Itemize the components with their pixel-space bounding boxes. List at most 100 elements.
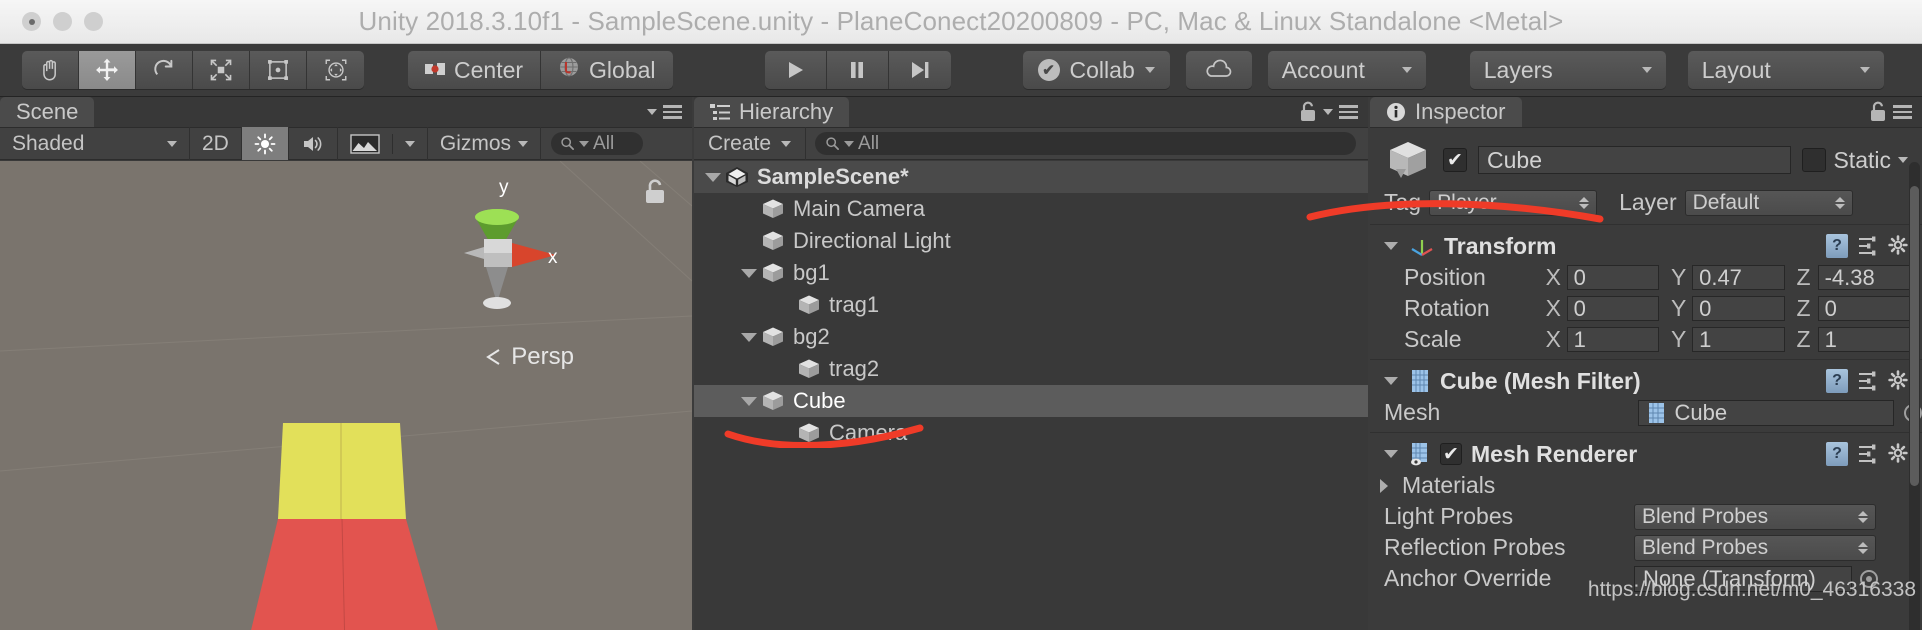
help-icon[interactable]: ? — [1826, 442, 1848, 466]
expand-triangle-icon[interactable] — [1378, 478, 1396, 493]
collapse-triangle-icon[interactable] — [738, 396, 760, 406]
move-tool-button[interactable] — [79, 51, 136, 89]
hierarchy-item-trag2[interactable]: trag2 — [694, 353, 1368, 385]
scene-audio-toggle[interactable] — [289, 127, 338, 160]
hierarchy-item-cube[interactable]: Cube — [694, 385, 1368, 417]
inspector-scrollbar-thumb[interactable] — [1910, 186, 1919, 486]
rotation-x-field[interactable]: 0 — [1566, 296, 1660, 321]
tab-inspector[interactable]: Inspector — [1370, 97, 1522, 127]
scene-tab-options[interactable] — [647, 97, 692, 127]
hand-tool-button[interactable] — [22, 51, 79, 89]
inspector-tab-options[interactable] — [1869, 97, 1922, 127]
hierarchy-item-samplescene[interactable]: SampleScene* — [694, 161, 1368, 193]
hierarchy-item-camera[interactable]: Camera — [694, 417, 1368, 449]
gizmos-dropdown[interactable]: Gizmos — [428, 127, 542, 160]
create-button[interactable]: Create — [694, 127, 807, 160]
rotation-y-field[interactable]: 0 — [1692, 296, 1785, 321]
rotation-z-field[interactable]: 0 — [1817, 296, 1911, 321]
collapse-triangle-icon[interactable] — [1382, 450, 1400, 458]
scale-x-field[interactable]: 1 — [1566, 327, 1660, 352]
hierarchy-item-main-camera[interactable]: Main Camera — [694, 193, 1368, 225]
collab-button[interactable]: ✔ Collab — [1022, 51, 1170, 89]
lock-icon[interactable] — [1869, 101, 1887, 123]
hierarchy-item-bg2[interactable]: bg2 — [694, 321, 1368, 353]
collapse-triangle-icon[interactable] — [738, 332, 760, 342]
space-mode-button[interactable]: Global — [541, 51, 673, 89]
hierarchy-item-trag1[interactable]: trag1 — [694, 289, 1368, 321]
layers-button[interactable]: Layers — [1469, 51, 1666, 89]
panel-menu-icon[interactable] — [1339, 105, 1358, 119]
updown-icon — [1858, 510, 1868, 523]
panel-menu-icon[interactable] — [1893, 105, 1912, 119]
help-icon[interactable]: ? — [1826, 369, 1848, 393]
mesh-icon — [1648, 402, 1664, 423]
transform-tool-button[interactable] — [307, 51, 364, 89]
tag-value: Player — [1437, 190, 1497, 214]
preset-icon[interactable] — [1857, 235, 1879, 257]
scene-viewport[interactable]: y x Persp — [0, 161, 692, 630]
scale-tool-button[interactable] — [193, 51, 250, 89]
light-probes-dropdown[interactable]: Blend Probes — [1634, 503, 1876, 530]
collapse-triangle-icon[interactable] — [1382, 377, 1400, 385]
collapse-triangle-icon[interactable] — [702, 172, 724, 182]
pivot-mode-button[interactable]: Center — [408, 51, 542, 89]
collapse-triangle-icon[interactable] — [738, 268, 760, 278]
static-toggle[interactable]: Static — [1802, 147, 1908, 174]
layer-dropdown[interactable]: Default — [1684, 189, 1853, 216]
layout-button[interactable]: Layout — [1687, 51, 1884, 89]
search-icon — [826, 137, 839, 150]
help-icon[interactable]: ? — [1826, 234, 1848, 258]
component-tools: ? — [1826, 234, 1910, 258]
pause-button[interactable] — [826, 51, 889, 89]
mesh-renderer-enabled-checkbox[interactable]: ✔ — [1440, 443, 1462, 465]
mesh-filter-header[interactable]: Cube (Mesh Filter) ? — [1370, 365, 1922, 397]
draw-mode-dropdown[interactable]: Shaded — [0, 127, 190, 160]
scale-y-field[interactable]: 1 — [1692, 327, 1785, 352]
lock-icon[interactable] — [1299, 101, 1317, 123]
materials-row[interactable]: Materials — [1370, 470, 1922, 501]
tag-dropdown[interactable]: Player — [1429, 189, 1598, 216]
gear-icon[interactable] — [1888, 370, 1910, 392]
inspector-scrollbar[interactable] — [1909, 162, 1920, 630]
hierarchy-tree[interactable]: SampleScene* Main Camera Directional Lig… — [694, 161, 1368, 630]
layer-label: Layer — [1619, 189, 1677, 215]
tab-hierarchy[interactable]: Hierarchy — [694, 97, 850, 127]
gear-icon[interactable] — [1888, 235, 1910, 257]
rect-tool-button[interactable] — [250, 51, 307, 89]
position-z-field[interactable]: -4.38 — [1817, 265, 1911, 290]
gameobject-enabled-checkbox[interactable]: ✔ — [1443, 148, 1467, 172]
scene-lighting-toggle[interactable] — [241, 127, 289, 160]
step-button[interactable] — [888, 51, 951, 89]
hierarchy-search-input[interactable]: All — [815, 132, 1356, 155]
tab-scene[interactable]: Scene — [0, 97, 95, 127]
scene-effects-dropdown[interactable] — [338, 127, 428, 160]
account-button[interactable]: Account — [1267, 51, 1426, 89]
reflection-probes-dropdown[interactable]: Blend Probes — [1634, 534, 1876, 561]
transform-header[interactable]: Transform ? — [1370, 230, 1922, 262]
position-x-field[interactable]: 0 — [1566, 265, 1660, 290]
mesh-object-field[interactable]: Cube — [1637, 399, 1894, 426]
gameobject-name-field[interactable]: Cube — [1478, 146, 1792, 174]
gear-icon[interactable] — [1888, 443, 1910, 465]
position-y-field[interactable]: 0.47 — [1692, 265, 1785, 290]
scene-lock-icon[interactable] — [644, 179, 666, 205]
preset-icon[interactable] — [1857, 443, 1879, 465]
hierarchy-tab-options[interactable] — [1299, 97, 1368, 127]
play-button[interactable] — [764, 51, 827, 89]
hierarchy-item-bg1[interactable]: bg1 — [694, 257, 1368, 289]
scene-tabstrip: Scene — [0, 97, 692, 127]
rotate-tool-button[interactable] — [136, 51, 193, 89]
collapse-triangle-icon[interactable] — [1382, 242, 1400, 250]
services-button[interactable] — [1185, 51, 1252, 89]
static-checkbox[interactable] — [1802, 148, 1827, 172]
scale-z-field[interactable]: 1 — [1817, 327, 1911, 352]
scene-orientation-gizmo[interactable]: y x — [444, 177, 564, 317]
scene-projection-label[interactable]: Persp — [485, 343, 574, 371]
mesh-renderer-header[interactable]: ✔ Mesh Renderer ? — [1370, 438, 1922, 470]
tab-inspector-label: Inspector — [1415, 99, 1506, 124]
scene-search-input[interactable]: All — [551, 132, 644, 155]
hierarchy-item-directional-light[interactable]: Directional Light — [694, 225, 1368, 257]
panel-menu-icon[interactable] — [663, 105, 682, 119]
toggle-2d-button[interactable]: 2D — [190, 127, 242, 160]
preset-icon[interactable] — [1857, 370, 1879, 392]
